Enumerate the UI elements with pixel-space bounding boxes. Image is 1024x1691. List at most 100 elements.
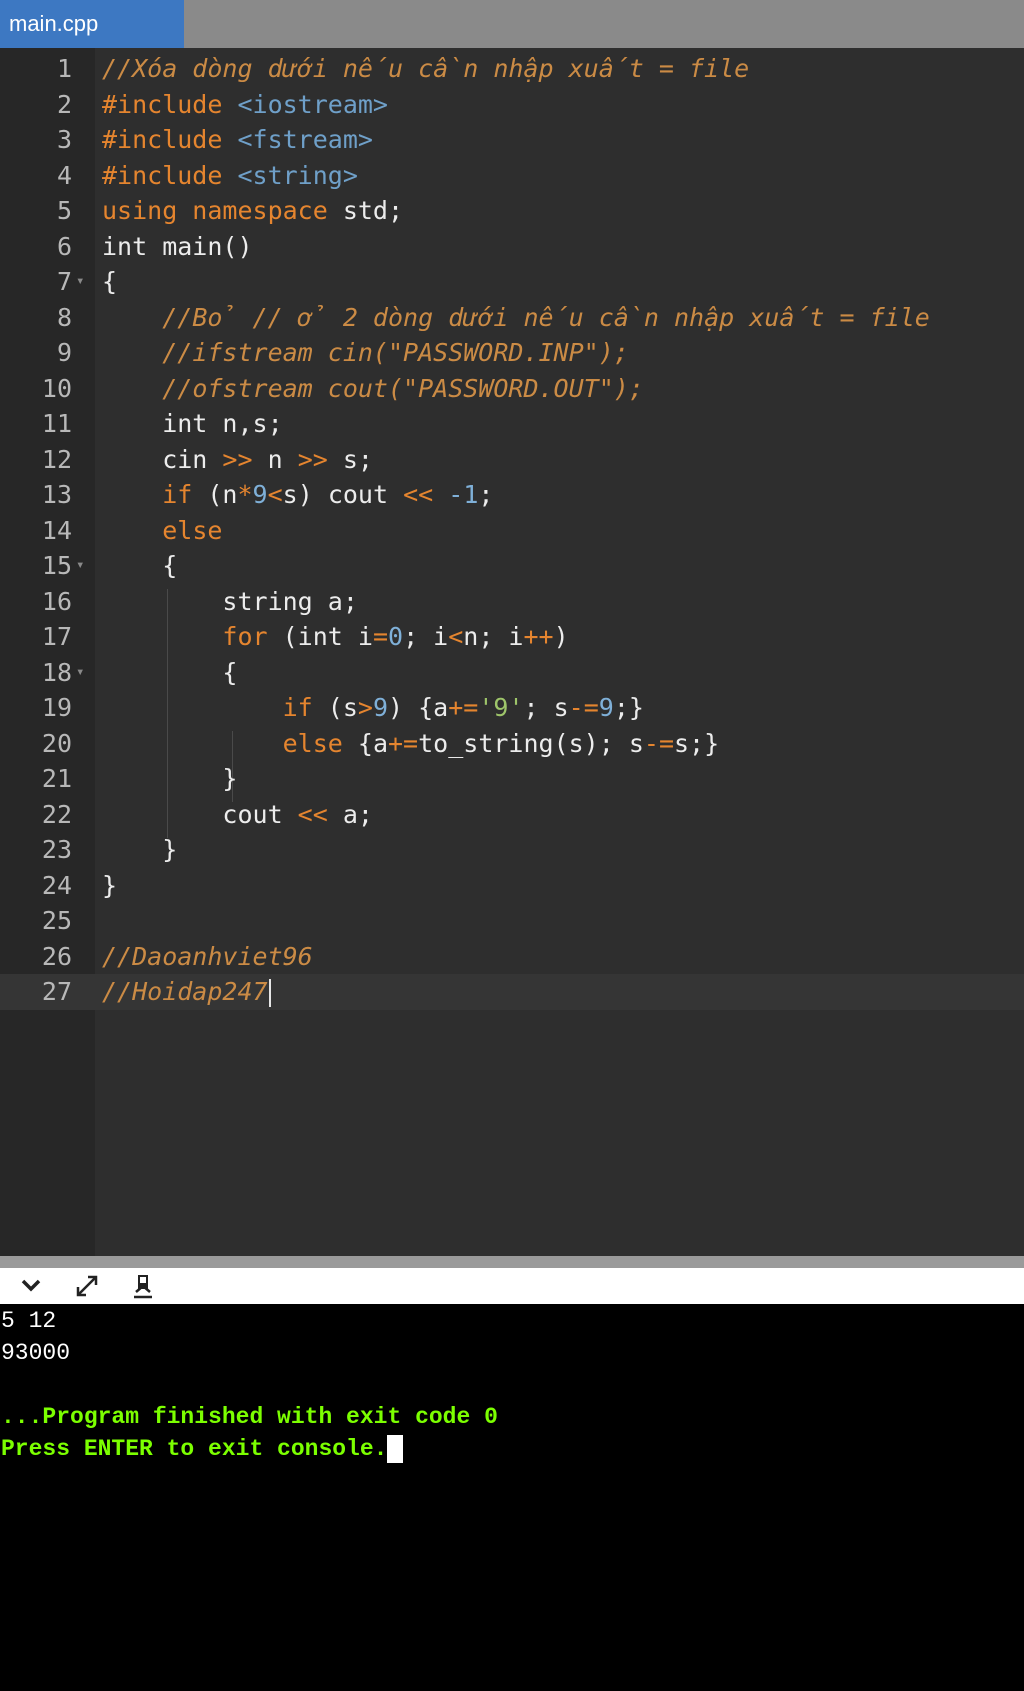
code-text: //Bỏ // ở 2 dòng dưới nếu cần nhập xuất …: [102, 300, 930, 336]
code-text: if (s>9) {a+='9'; s-=9;}: [102, 690, 644, 726]
code-line[interactable]: 16 string a;: [0, 584, 1024, 620]
code-token: cin: [102, 444, 223, 474]
code-token: ;}: [613, 693, 644, 722]
code-token: ; s: [523, 693, 569, 722]
code-line[interactable]: 3 #include <fstream>: [0, 122, 1024, 158]
code-line[interactable]: 15 ▾ {: [0, 548, 1024, 584]
code-token: {: [102, 551, 178, 580]
code-token: <string>: [237, 160, 358, 190]
clear-console-icon[interactable]: [128, 1272, 158, 1300]
code-text: #include <iostream>: [102, 87, 388, 123]
code-line[interactable]: 25: [0, 903, 1024, 939]
line-number: 25: [41, 906, 72, 935]
code-token: 9: [598, 693, 614, 722]
code-line[interactable]: 21 }: [0, 761, 1024, 797]
code-token: if: [162, 480, 193, 509]
code-text: string a;: [102, 584, 358, 620]
code-line[interactable]: 26 //Daoanhviet96: [0, 939, 1024, 975]
line-number: 26: [41, 941, 72, 971]
code-line[interactable]: 8 //Bỏ // ở 2 dòng dưới nếu cần nhập xuấ…: [0, 300, 1024, 336]
code-line[interactable]: 24}: [0, 868, 1024, 904]
code-token: ) {a: [388, 693, 449, 722]
code-text: }: [102, 868, 117, 904]
line-number: 24: [41, 870, 72, 900]
line-number: 19: [41, 693, 72, 722]
code-line[interactable]: 9 //ifstream cin("PASSWORD.INP");: [0, 335, 1024, 371]
code-editor[interactable]: 1 //Xóa dòng dưới nếu cần nhập xuất = fil…: [0, 48, 1024, 1256]
line-number: 8: [56, 302, 72, 332]
code-text: {: [102, 655, 237, 691]
code-text: int n,s;: [102, 406, 282, 442]
panel-splitter[interactable]: [0, 1256, 1024, 1268]
code-line[interactable]: 10 //ofstream cout("PASSWORD.OUT");: [0, 371, 1024, 407]
code-token: ): [553, 622, 569, 651]
code-line[interactable]: 4 #include <string>: [0, 158, 1024, 194]
code-line[interactable]: 12 cin >> n >> s;: [0, 442, 1024, 478]
code-token: cout: [102, 799, 298, 829]
tab-main-cpp[interactable]: main.cpp: [0, 0, 184, 48]
code-line[interactable]: 27 //Hoidap247: [0, 974, 1024, 1010]
code-text: //ofstream cout("PASSWORD.OUT");: [102, 371, 644, 407]
line-number: 18: [41, 657, 72, 687]
fold-arrow-icon[interactable]: ▾: [76, 655, 84, 691]
code-line[interactable]: 11 int n,s;: [0, 406, 1024, 442]
chevron-down-icon[interactable]: [16, 1272, 46, 1300]
code-line[interactable]: 23 }: [0, 832, 1024, 868]
code-line[interactable]: 6 int main(): [0, 229, 1024, 265]
code-token: *: [237, 480, 253, 509]
console-finish-message: ...Program finished with exit code 0: [1, 1404, 498, 1430]
fold-arrow-icon[interactable]: ▾: [76, 548, 84, 584]
code-token: (s: [312, 693, 358, 722]
line-number: 6: [56, 231, 72, 261]
line-number: 23: [41, 835, 72, 864]
line-number: 4: [56, 160, 72, 190]
code-line[interactable]: 13 if (n*9<s) cout << -1;: [0, 477, 1024, 513]
console-toolbar: [0, 1268, 1024, 1304]
tab-bar: main.cpp: [0, 0, 1024, 48]
fold-arrow-icon[interactable]: ▾: [76, 264, 84, 300]
code-token: if: [282, 693, 313, 722]
line-number: 7: [56, 267, 72, 296]
code-area[interactable]: 1 //Xóa dòng dưới nếu cần nhập xuất = fil…: [0, 51, 1024, 1010]
line-number: 2: [56, 89, 72, 119]
code-token: //Bỏ // ở 2 dòng dưới nếu cần nhập xuất …: [162, 302, 930, 332]
code-line[interactable]: 5 using namespace std;: [0, 193, 1024, 229]
line-number: 27: [41, 977, 72, 1006]
code-line[interactable]: 19 if (s>9) {a+='9'; s-=9;}: [0, 690, 1024, 726]
code-token: }: [102, 764, 238, 793]
code-line[interactable]: 22 cout << a;: [0, 797, 1024, 833]
code-token: s;}: [674, 728, 720, 758]
code-line[interactable]: 14 else: [0, 513, 1024, 549]
console-input-line: 5 12: [1, 1308, 57, 1334]
line-number: 20: [41, 728, 72, 758]
code-token: =: [372, 622, 388, 651]
code-line[interactable]: 1 //Xóa dòng dưới nếu cần nhập xuất = fil…: [0, 51, 1024, 87]
code-token: ;: [478, 480, 494, 509]
code-token: string a;: [102, 586, 358, 616]
code-text: //Xóa dòng dưới nếu cần nhập xuất = file: [102, 51, 749, 87]
console-output[interactable]: 5 12 93000 ...Program finished with exit…: [0, 1304, 1024, 1691]
code-line[interactable]: 2 #include <iostream>: [0, 87, 1024, 123]
code-token: else: [162, 515, 223, 545]
code-token: //Hoidap247: [102, 977, 268, 1006]
code-token: >>: [297, 444, 328, 474]
code-line[interactable]: 17 for (int i=0; i<n; i++): [0, 619, 1024, 655]
code-line[interactable]: 20 else {a+=to_string(s); s-=s;}: [0, 726, 1024, 762]
code-text: //Hoidap247: [102, 974, 271, 1010]
code-token: s;: [327, 444, 373, 474]
expand-icon[interactable]: [72, 1272, 102, 1300]
code-token: a;: [327, 799, 373, 829]
code-token: #include: [102, 160, 238, 190]
code-line[interactable]: 18 ▾ {: [0, 655, 1024, 691]
code-line[interactable]: 7 ▾ {: [0, 264, 1024, 300]
code-token: '9': [478, 693, 524, 722]
line-number: 15: [41, 551, 72, 580]
